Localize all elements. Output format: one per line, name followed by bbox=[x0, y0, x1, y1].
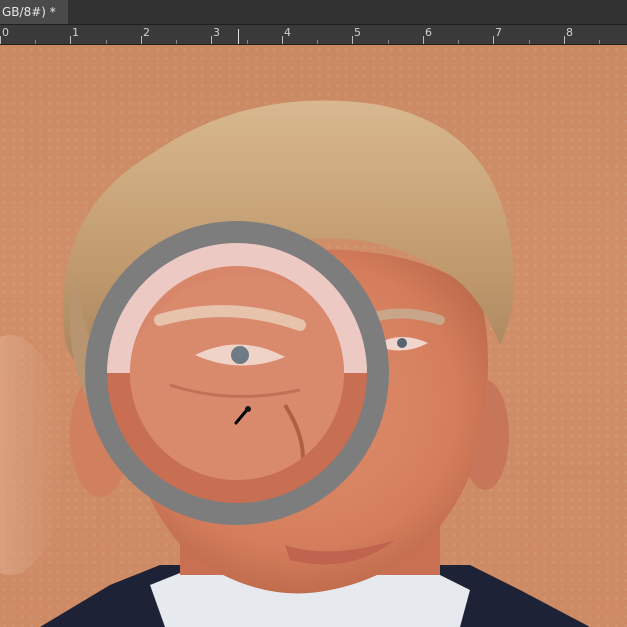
photo-illustration bbox=[0, 100, 590, 627]
horizontal-ruler[interactable]: 0 1 2 3 4 5 6 7 8 bbox=[0, 25, 627, 45]
ruler-ticks bbox=[0, 29, 600, 44]
image-canvas[interactable] bbox=[0, 45, 627, 627]
ruler-label: 7 bbox=[495, 26, 502, 39]
ruler-label: 2 bbox=[143, 26, 150, 39]
ruler-label: 4 bbox=[284, 26, 291, 39]
document-tab-title: GB/8#) * bbox=[2, 5, 56, 19]
ruler-label: 8 bbox=[566, 26, 573, 39]
ruler-label: 1 bbox=[72, 26, 79, 39]
ruler-label: 3 bbox=[213, 26, 220, 39]
background-person-blur bbox=[0, 335, 65, 575]
document-tab-bar: GB/8#) * bbox=[0, 0, 627, 25]
ruler-label: 6 bbox=[425, 26, 432, 39]
ruler-label: 5 bbox=[354, 26, 361, 39]
ruler-label: 0 bbox=[2, 26, 9, 39]
document-tab[interactable]: GB/8#) * bbox=[0, 0, 68, 24]
